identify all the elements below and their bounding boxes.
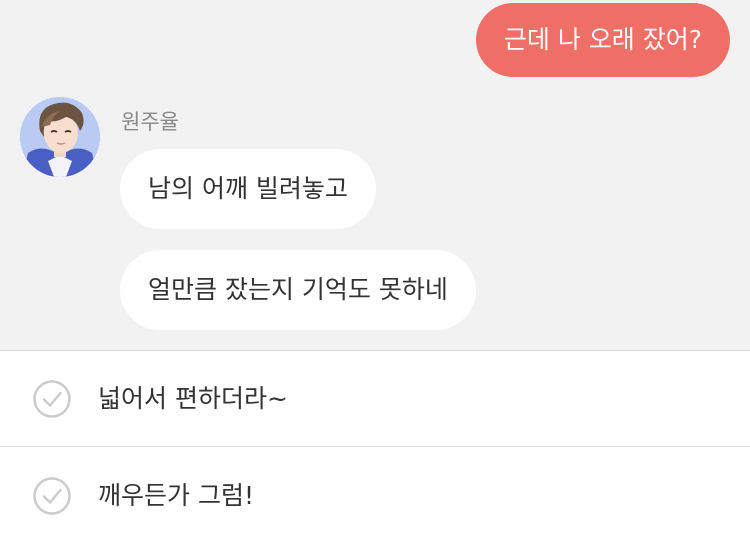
chat-area: 근데 나 오래 잤어? 원주율 남의 어깨 빌려놓고 얼만큼 잤는지 기억도 못… (0, 0, 750, 351)
sender-name: 원주율 (121, 110, 179, 134)
incoming-message-bubble: 남의 어깨 빌려놓고 (120, 149, 376, 229)
character-avatar-icon (20, 97, 100, 177)
reply-choice-2[interactable]: 깨우든가 그럼! (0, 448, 750, 540)
reply-choice-label: 깨우든가 그럼! (98, 481, 254, 510)
reply-choice-1[interactable]: 넓어서 편하더라~ (0, 351, 750, 447)
sender-avatar[interactable] (20, 97, 100, 177)
incoming-message-bubble: 얼만큼 잤는지 기억도 못하네 (120, 250, 476, 330)
check-circle-icon (33, 380, 71, 418)
reply-choice-label: 넓어서 편하더라~ (98, 384, 288, 413)
chat-screen: 근데 나 오래 잤어? 원주율 남의 어깨 빌려놓고 얼만큼 잤는지 기억도 못… (0, 0, 750, 540)
check-circle-icon (33, 477, 71, 515)
outgoing-message-bubble: 근데 나 오래 잤어? (475, 3, 730, 77)
